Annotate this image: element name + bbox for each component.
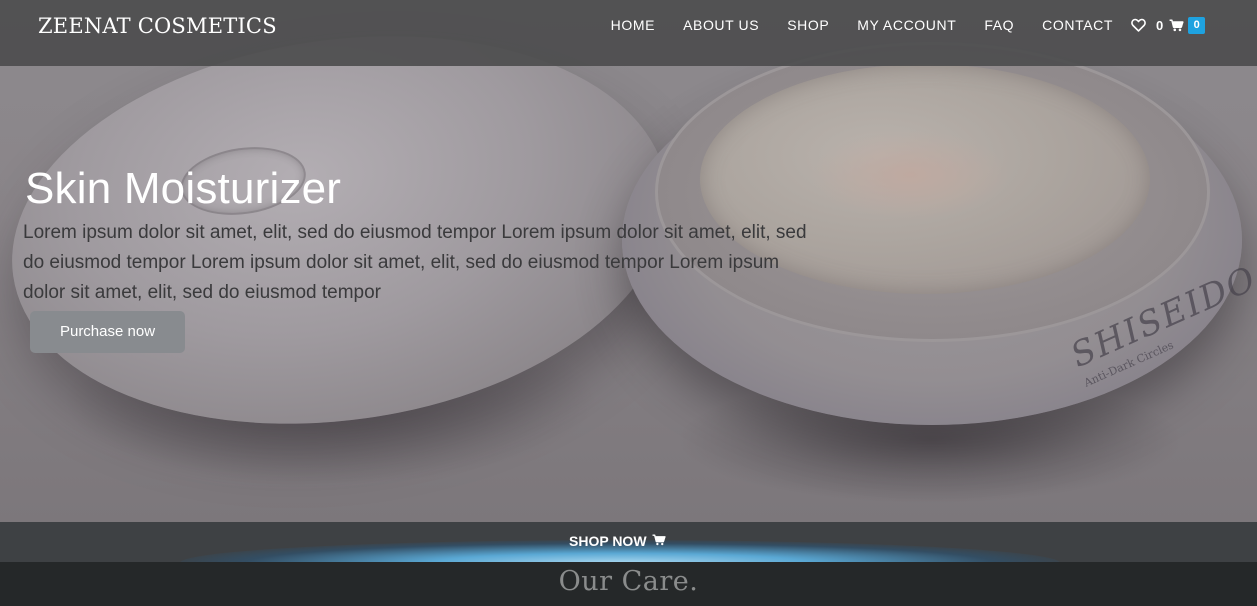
our-care-section: Our Care.: [0, 562, 1257, 606]
nav-about-us[interactable]: ABOUT US: [683, 16, 759, 34]
nav-contact[interactable]: CONTACT: [1042, 16, 1113, 34]
hero-description: Lorem ipsum dolor sit amet, elit, sed do…: [23, 222, 807, 303]
section-title: Our Care.: [558, 566, 699, 597]
cream-swirl: [810, 130, 1010, 220]
top-navbar: ZEENAT COSMETICS HOME ABOUT US SHOP MY A…: [0, 0, 1257, 66]
nav-shop[interactable]: SHOP: [787, 16, 829, 34]
header-tools: 0 0: [1131, 16, 1206, 34]
cart-icon[interactable]: [1169, 19, 1184, 32]
shop-now-link[interactable]: SHOP NOW: [569, 533, 666, 549]
main-menu: HOME ABOUT US SHOP MY ACCOUNT FAQ CONTAC…: [611, 16, 1113, 34]
site-logo[interactable]: ZEENAT COSMETICS: [38, 12, 277, 40]
nav-faq[interactable]: FAQ: [984, 16, 1014, 34]
nav-my-account[interactable]: MY ACCOUNT: [857, 16, 956, 34]
cart-count-badge[interactable]: 0: [1188, 16, 1206, 34]
nav-home[interactable]: HOME: [611, 16, 655, 34]
shop-now-label: SHOP NOW: [569, 533, 647, 549]
shop-now-bar: SHOP NOW: [0, 522, 1257, 562]
purchase-now-button[interactable]: Purchase now: [30, 311, 185, 353]
heart-icon[interactable]: [1131, 18, 1146, 32]
cart-icon: [652, 533, 666, 549]
wishlist-count: 0: [1156, 17, 1164, 33]
hero-banner: SHISEIDO Anti-Dark Circles Skin Moisturi…: [0, 0, 1257, 522]
hero-title: Skin Moisturizer: [25, 164, 342, 213]
